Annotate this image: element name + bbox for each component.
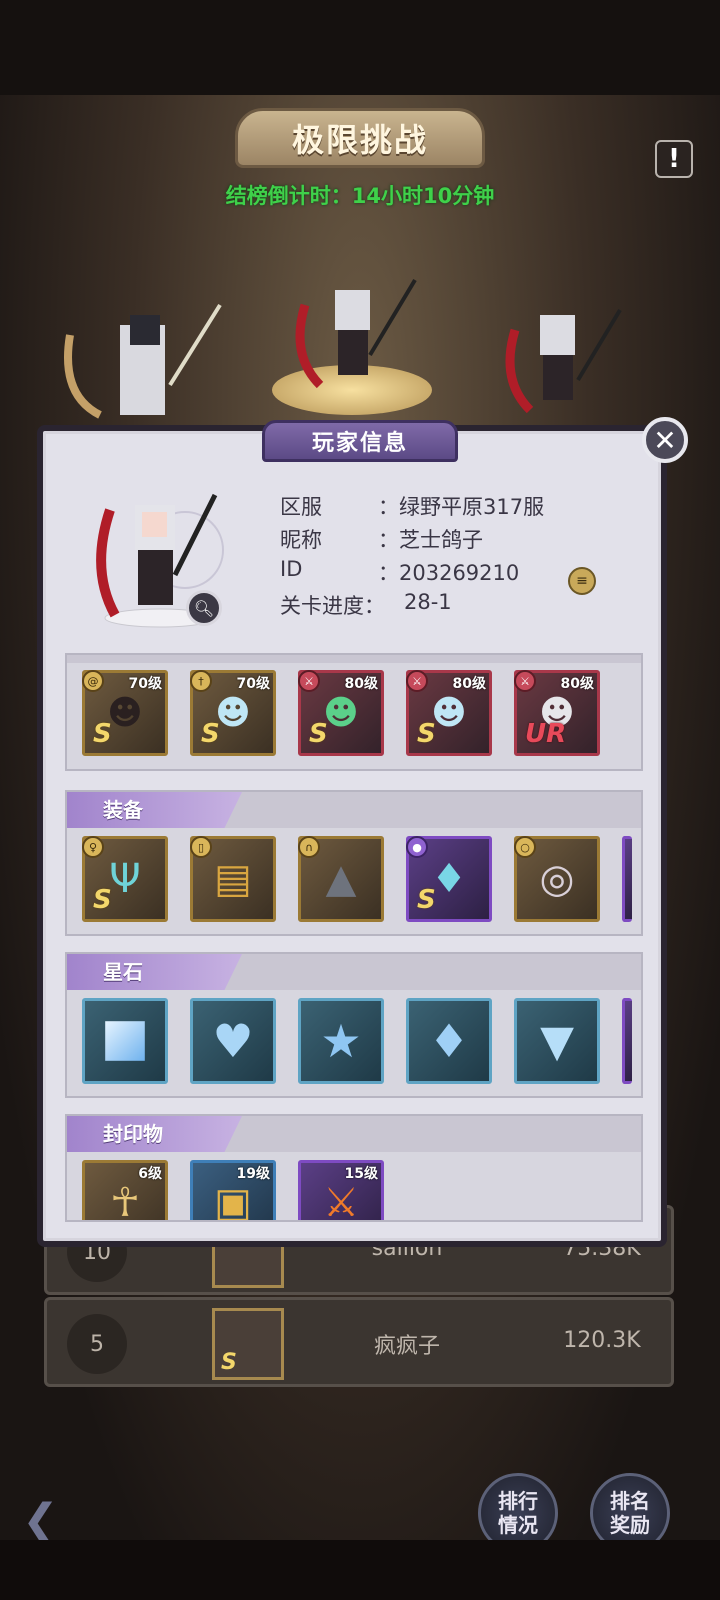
section-title: 星石: [67, 954, 242, 990]
progress-value: 28-1: [404, 590, 452, 614]
magnifier-icon[interactable]: 🔍︎: [186, 590, 222, 626]
flame-sword-icon: ⚔: [323, 1180, 359, 1220]
character-sprite-center: [295, 278, 417, 389]
grade-badge: S: [309, 719, 328, 749]
page-title: 极限挑战: [235, 108, 485, 168]
hero-slot[interactable]: ⚔ 80级 ☻ S: [298, 670, 384, 756]
grade-badge: S: [417, 719, 436, 749]
equipment-slot[interactable]: ● ♦ S: [406, 836, 492, 922]
starstone-slot[interactable]: ♦: [406, 998, 492, 1084]
rank-number: 5: [67, 1314, 127, 1374]
nickname-label: 昵称: [280, 528, 322, 552]
character-sprite-right: [505, 308, 622, 414]
avatar: S: [212, 1308, 284, 1380]
heart-gem-icon: ♥: [212, 1014, 254, 1068]
grade-badge: S: [201, 719, 220, 749]
character-sprite-left: [64, 303, 222, 419]
top-bar: [0, 0, 720, 95]
player-score: 120.3K: [563, 1328, 641, 1353]
shield-gem-icon: ▼: [540, 1015, 574, 1067]
equipment-slot[interactable]: ♀ Ψ S: [82, 836, 168, 922]
exclamation-icon: !: [668, 144, 680, 174]
server-value: ：绿野平原317服: [378, 495, 545, 519]
seal-slot[interactable]: 6级 ☥: [82, 1160, 168, 1220]
grade-badge: S: [417, 885, 436, 915]
hero-slot[interactable]: ⚔ 80级 ☻ S: [406, 670, 492, 756]
hero-slot[interactable]: † 70级 ☻ S: [190, 670, 276, 756]
square-gem-icon: [105, 1021, 145, 1061]
section-title: 封印物: [67, 1116, 242, 1152]
equipment-slot[interactable]: ▯ ▤: [190, 836, 276, 922]
starstone-slot[interactable]: ♥: [190, 998, 276, 1084]
player-name: 疯疯子: [373, 1334, 440, 1359]
id-value: ：203269210: [378, 561, 520, 585]
info-alert-button[interactable]: !: [655, 140, 693, 178]
seal-slot[interactable]: 15级 ⚔: [298, 1160, 384, 1220]
close-button[interactable]: ✕: [642, 417, 688, 463]
book-icon: ▤: [214, 856, 252, 902]
relic-box-icon: ▣: [214, 1180, 252, 1220]
starstone-slot[interactable]: ★: [298, 998, 384, 1084]
nickname-value: ：芝士鸽子: [378, 528, 483, 552]
equipment-slot-partial[interactable]: [622, 836, 632, 922]
grade-badge: S: [93, 719, 112, 749]
totem-icon: ☥: [110, 1180, 140, 1220]
ring-icon: ◎: [539, 856, 575, 902]
grade-badge: S: [93, 885, 112, 915]
diamond-gem-icon: ♦: [428, 1014, 470, 1068]
witch-hat-icon: ▲: [325, 856, 357, 902]
hero-slot[interactable]: @ 70级 ☻ S: [82, 670, 168, 756]
bottom-bar: [0, 1540, 720, 1600]
starstone-slot-partial[interactable]: [622, 998, 632, 1084]
table-row[interactable]: 5 S 疯疯子 120.3K: [44, 1297, 674, 1387]
equipment-slot[interactable]: ○ ◎: [514, 836, 600, 922]
close-icon: ✕: [653, 423, 677, 457]
starstone-slot[interactable]: ▼: [514, 998, 600, 1084]
server-label: 区服: [280, 495, 322, 519]
grade-badge: UR: [525, 719, 567, 749]
seal-items-viewport: 6级 ☥ 19级 ▣ 15级 ⚔: [65, 1160, 643, 1220]
copy-icon[interactable]: ≡: [568, 567, 596, 595]
dialog-title: 玩家信息: [262, 420, 458, 462]
section-title: 装备: [67, 792, 242, 828]
equipment-slot[interactable]: ∩ ▲: [298, 836, 384, 922]
countdown-text: 结榜倒计时：14小时10分钟: [225, 184, 495, 208]
hero-slot[interactable]: ⚔ 80级 ☻ UR: [514, 670, 600, 756]
progress-label: 关卡进度：: [280, 594, 385, 618]
id-label: ID: [280, 557, 303, 581]
star-gem-icon: ★: [320, 1014, 362, 1068]
seal-slot[interactable]: 19级 ▣: [190, 1160, 276, 1220]
starstone-slot[interactable]: [82, 998, 168, 1084]
